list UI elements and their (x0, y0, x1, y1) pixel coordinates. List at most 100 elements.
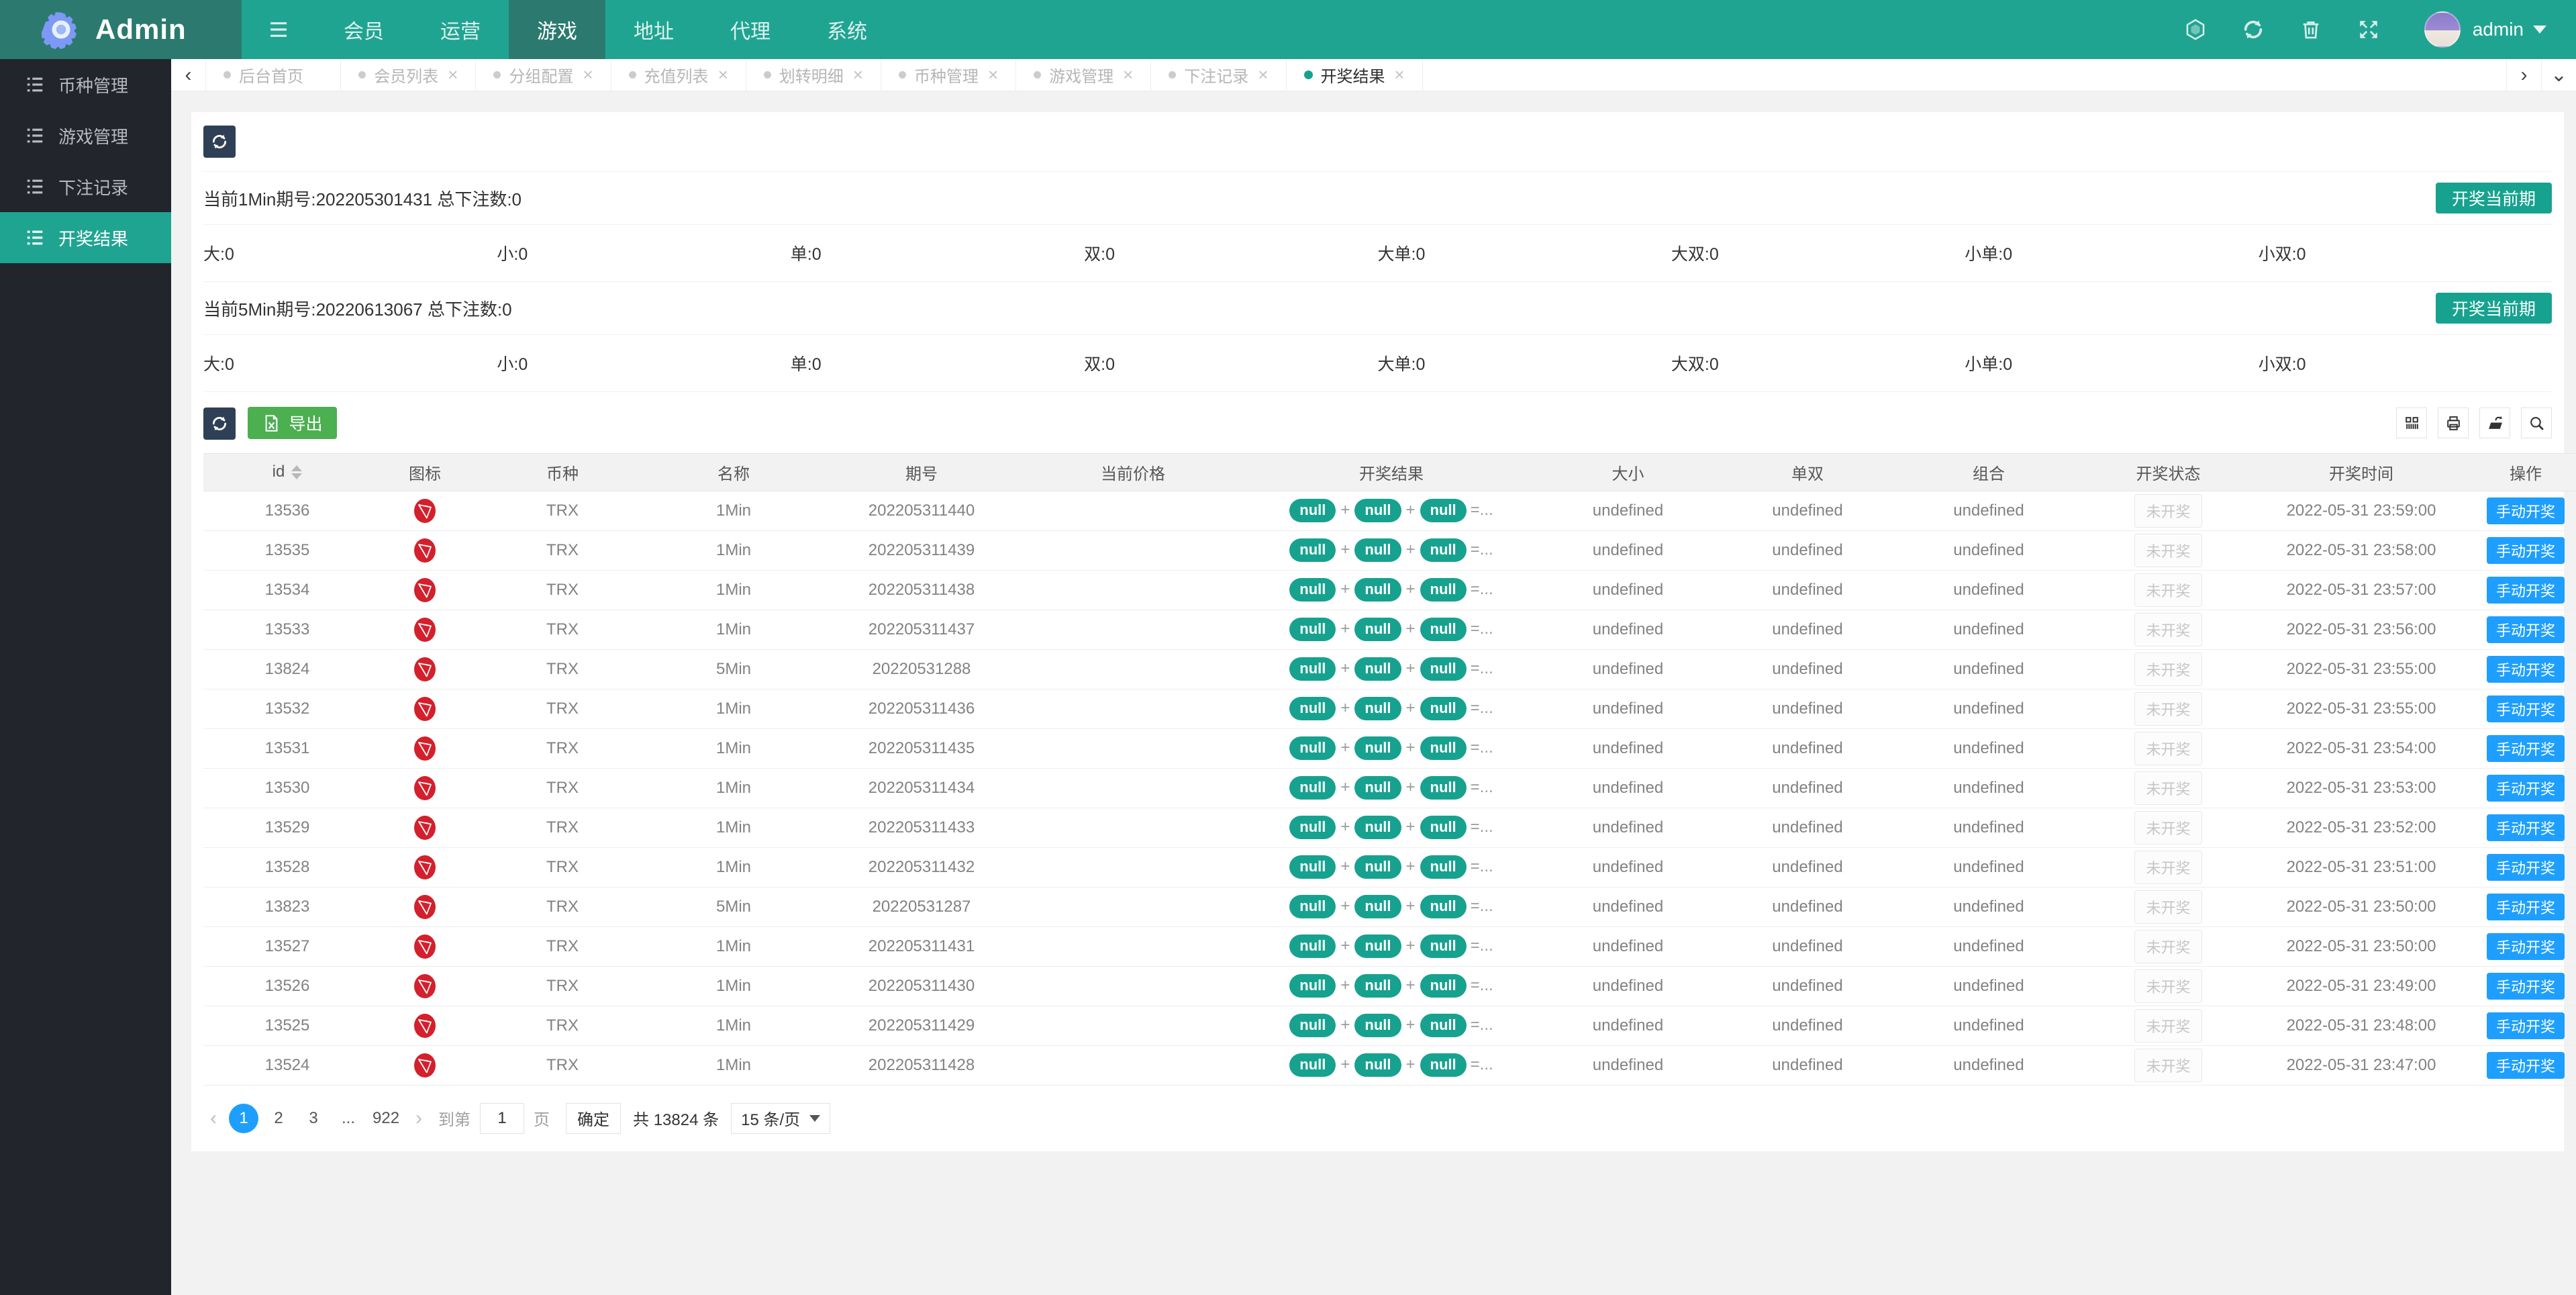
nav-menu-item[interactable]: 运营 (412, 0, 509, 59)
tab-close-icon[interactable]: × (583, 64, 593, 85)
result-pill: null (1420, 697, 1467, 720)
theme-icon[interactable] (2167, 18, 2224, 41)
manual-draw-button[interactable]: 手动开奖 (2486, 1051, 2565, 1079)
page-size-select[interactable]: 15 条/页 (731, 1102, 831, 1134)
manual-draw-button[interactable]: 手动开奖 (2486, 536, 2565, 564)
cell-status: 未开奖 (2079, 926, 2257, 967)
cell-issue: 202205311435 (821, 728, 1022, 769)
draw-current-1min-button[interactable]: 开奖当前期 (2435, 183, 2552, 213)
refresh-button[interactable] (203, 126, 236, 158)
manual-draw-button[interactable]: 手动开奖 (2486, 972, 2565, 1000)
result-pill: null (1289, 578, 1336, 602)
page-number[interactable]: ... (334, 1104, 363, 1133)
next-page-icon[interactable]: › (409, 1107, 429, 1130)
refresh-icon[interactable] (2224, 18, 2282, 41)
manual-draw-button[interactable]: 手动开奖 (2486, 893, 2565, 920)
sidebar-collapse-button[interactable] (242, 0, 315, 59)
col-id[interactable]: id (203, 452, 371, 491)
nav-menu-item[interactable]: 代理 (702, 0, 799, 59)
cell-result: null + null + null =... (1244, 887, 1539, 927)
page-tab[interactable]: 游戏管理 × (1016, 59, 1152, 91)
page-number[interactable]: 3 (299, 1104, 328, 1133)
user-menu-caret-icon[interactable] (2533, 26, 2546, 34)
columns-filter-icon[interactable] (2396, 407, 2427, 439)
table-row: 13526 TRX 1Min 202205311430 null + null + nu… (203, 966, 2576, 1006)
page-tab[interactable]: 划转明细 × (746, 59, 881, 91)
manual-draw-button[interactable]: 手动开奖 (2486, 616, 2565, 643)
nav-menu-item[interactable]: 系统 (799, 0, 895, 59)
tabs-scroll-left-button[interactable]: ‹ (171, 59, 206, 91)
manual-draw-button[interactable]: 手动开奖 (2486, 774, 2565, 802)
nav-menu-item[interactable]: 游戏 (509, 0, 605, 59)
page-tab[interactable]: 充值列表 × (611, 59, 746, 91)
manual-draw-button[interactable]: 手动开奖 (2486, 576, 2565, 604)
manual-draw-button[interactable]: 手动开奖 (2486, 814, 2565, 841)
tab-close-icon[interactable]: × (448, 64, 458, 85)
page-tab[interactable]: 币种管理 × (881, 59, 1017, 91)
cell-icon (371, 530, 479, 571)
user-avatar[interactable] (2424, 11, 2461, 48)
sidebar-item[interactable]: 开奖结果 (0, 212, 171, 263)
cell-price (1022, 847, 1244, 888)
table-refresh-button[interactable] (203, 407, 236, 440)
username[interactable]: admin (2473, 19, 2524, 40)
page-number[interactable]: 922 (368, 1104, 403, 1133)
result-pill: null (1289, 618, 1336, 641)
page-number[interactable]: 2 (264, 1104, 293, 1133)
cell-bigsmall: undefined (1539, 1045, 1717, 1086)
fullscreen-icon[interactable] (2340, 18, 2397, 41)
results-table: id 图标 币种 名称 期号 当前价格 开奖结果 大小 单双 组合 开奖状态 开… (203, 452, 2576, 1086)
cell-id: 13532 (203, 689, 371, 729)
sidebar-item[interactable]: 下注记录 (0, 161, 171, 212)
cell-coin: TRX (479, 728, 646, 769)
manual-draw-button[interactable]: 手动开奖 (2486, 932, 2565, 960)
tab-close-icon[interactable]: × (853, 64, 863, 85)
manual-draw-button[interactable]: 手动开奖 (2486, 734, 2565, 762)
tab-close-icon[interactable]: × (1395, 64, 1405, 85)
page-tab[interactable]: 会员列表 × (341, 59, 477, 91)
cell-result: null + null + null =... (1244, 1006, 1539, 1046)
sidebar-item[interactable]: 币种管理 (0, 59, 171, 110)
export-data-icon[interactable] (2479, 407, 2510, 439)
tab-close-icon[interactable]: × (1123, 64, 1133, 85)
cell-status: 未开奖 (2079, 649, 2257, 689)
cell-status: 未开奖 (2079, 768, 2257, 808)
sidebar-item[interactable]: 游戏管理 (0, 110, 171, 161)
stat-item: 大单:0 (1377, 355, 1426, 374)
page-tab[interactable]: 分组配置 × (476, 59, 611, 91)
page-number[interactable]: 1 (229, 1103, 258, 1133)
goto-confirm-button[interactable]: 确定 (566, 1102, 622, 1134)
tab-close-icon[interactable]: × (988, 64, 998, 85)
cell-status: 未开奖 (2079, 887, 2257, 927)
cell-name: 1Min (646, 768, 821, 808)
manual-draw-button[interactable]: 手动开奖 (2486, 695, 2565, 722)
page-tab[interactable]: 下注记录 × (1151, 59, 1287, 91)
nav-menu-item[interactable]: 地址 (605, 0, 702, 59)
manual-draw-button[interactable]: 手动开奖 (2486, 655, 2565, 683)
page-tab[interactable]: 后台首页 × (206, 59, 342, 91)
page-tab[interactable]: 开奖结果 × (1287, 59, 1423, 91)
clear-cache-trash-icon[interactable] (2282, 18, 2340, 41)
manual-draw-button[interactable]: 手动开奖 (2486, 853, 2565, 881)
export-button[interactable]: 导出 (248, 407, 338, 439)
cell-coin: TRX (479, 530, 646, 571)
tabs-menu-button[interactable]: ⌄ (2541, 59, 2576, 91)
cell-status: 未开奖 (2079, 847, 2257, 888)
nav-menu-item[interactable]: 会员 (315, 0, 412, 59)
result-pill: null (1289, 895, 1336, 918)
tab-close-icon[interactable]: × (1258, 64, 1268, 85)
print-icon[interactable] (2438, 407, 2469, 439)
manual-draw-button[interactable]: 手动开奖 (2486, 497, 2565, 524)
tab-status-dot-icon (898, 71, 906, 79)
goto-page-input[interactable] (480, 1102, 525, 1134)
sort-icon[interactable] (291, 465, 303, 480)
cell-time: 2022-05-31 23:49:00 (2257, 966, 2465, 1006)
manual-draw-button[interactable]: 手动开奖 (2486, 1012, 2565, 1039)
tab-close-icon[interactable]: × (718, 64, 728, 85)
select-caret-icon (809, 1114, 821, 1122)
search-icon[interactable] (2521, 407, 2552, 439)
stat-item: 小双:0 (2258, 355, 2306, 374)
prev-page-icon[interactable]: ‹ (203, 1107, 224, 1130)
tabs-scroll-right-button[interactable]: › (2506, 59, 2541, 91)
draw-current-5min-button[interactable]: 开奖当前期 (2435, 293, 2552, 324)
